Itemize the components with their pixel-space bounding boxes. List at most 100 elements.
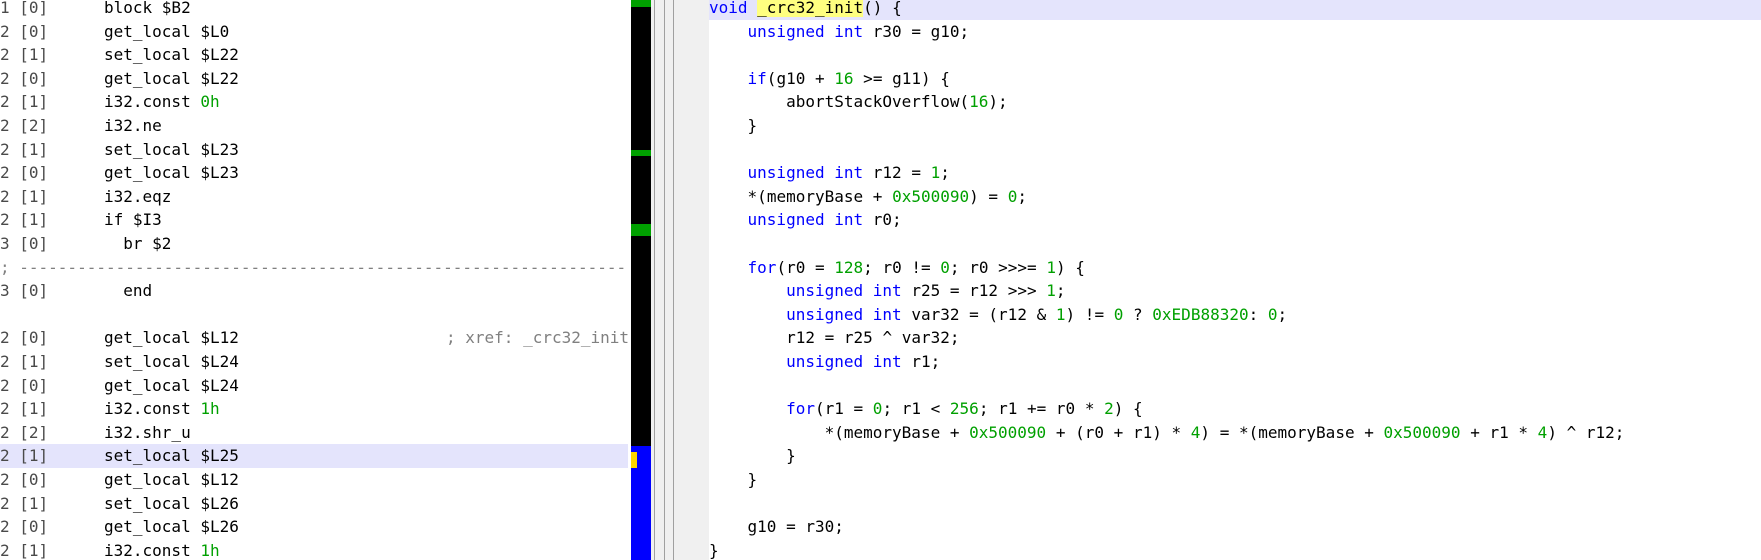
numeric-literal: 2	[1104, 399, 1114, 419]
disassembly-line[interactable]: 1 [0] block $B2	[0, 0, 628, 20]
disassembly-line[interactable]: 2 [1] i32.const 0h	[0, 90, 628, 114]
instruction-mnemonic: get_local $L22	[104, 68, 239, 88]
instruction-text: get_local $L26	[104, 515, 239, 539]
code-token: =	[1094, 304, 1105, 324]
code-line[interactable]: *(memoryBase + 0x500090 + (r0 + r1) * 4)…	[709, 421, 1761, 445]
code-line[interactable]	[709, 492, 1761, 516]
splitter-line	[654, 0, 655, 560]
instruction-text: get_local $L24	[104, 374, 239, 398]
disassembly-line[interactable]: 2 [0] get_local $L23	[0, 161, 628, 185]
disassembly-line[interactable]: 2 [1] set_local $L22	[0, 43, 628, 67]
code-line[interactable]: *(memoryBase + 0x500090) = 0;	[709, 185, 1761, 209]
numeric-literal: 0	[1113, 304, 1124, 324]
code-token: r0	[1055, 399, 1076, 419]
code-line[interactable]: r12 = r25 ^ var32;	[709, 326, 1761, 350]
code-line[interactable]: abortStackOverflow(16);	[709, 90, 1761, 114]
code-line[interactable]: }	[709, 468, 1761, 492]
disassembly-line[interactable]: 2 [1] i32.const 1h	[0, 397, 628, 421]
disassembly-line[interactable]: 2 [1] set_local $L25	[0, 444, 628, 468]
disassembly-line[interactable]: 2 [1] set_local $L24	[0, 350, 628, 374]
disassembly-line[interactable]: 2 [1] set_local $L26	[0, 492, 628, 516]
code-token: r0	[1084, 422, 1105, 442]
code-token: =	[1219, 422, 1230, 442]
disassembly-line[interactable]: 2 [2] i32.ne	[0, 114, 628, 138]
section-separator[interactable]: ; --------------------------------------…	[0, 256, 628, 280]
code-line[interactable]: g10 = r30;	[709, 515, 1761, 539]
code-token: ;	[930, 352, 941, 371]
numeric-literal: 0xEDB88320	[1152, 304, 1249, 324]
code-line[interactable]: void _crc32_init() {	[709, 0, 1761, 20]
instruction-mnemonic: get_local $L12	[104, 328, 239, 348]
code-token: r1	[1132, 422, 1153, 442]
disassembly-line[interactable]: 2 [1] if $I3	[0, 208, 628, 232]
code-line[interactable]: }	[709, 444, 1761, 468]
code-line[interactable]: }	[709, 114, 1761, 138]
code-token: =	[786, 517, 796, 537]
instruction-mnemonic: block $B2	[104, 0, 191, 17]
code-line[interactable]: unsigned int r0;	[709, 208, 1761, 232]
code-line[interactable]: unsigned int r1;	[709, 350, 1761, 374]
instruction-mnemonic: set_local $L25	[104, 446, 239, 466]
code-line[interactable]: if(g10 + 16 >= g11) {	[709, 67, 1761, 91]
separator-text: ; --------------------------------------…	[0, 257, 628, 277]
disassembly-pane[interactable]: 1 [0] block $B2 2 [0] get_local $L0 2 [1] set…	[0, 0, 628, 560]
code-line[interactable]: unsigned int var32 = (r12 & 1) != 0 ? 0x…	[709, 303, 1761, 327]
function-name: _crc32_init	[757, 0, 864, 17]
instruction-mnemonic: set_local $L26	[104, 493, 239, 513]
overview-code-marker	[631, 0, 651, 7]
decompiler-pane[interactable]: void _crc32_init() { unsigned int r30 = …	[709, 0, 1761, 560]
instruction-text: get_local $L12	[104, 326, 239, 350]
disassembly-line[interactable]: 2 [0] get_local $L22	[0, 67, 628, 91]
disassembly-line[interactable]: 2 [1] set_local $L23	[0, 138, 628, 162]
code-token: r25	[843, 328, 873, 348]
disassembly-line[interactable]: 2 [0] get_local $L12	[0, 468, 628, 492]
code-line[interactable]: for(r0 = 128; r0 != 0; r0 >>>= 1) {	[709, 256, 1761, 280]
disassembly-line[interactable]: 2 [0] get_local $L0	[0, 20, 628, 44]
code-line[interactable]	[709, 43, 1761, 67]
code-line[interactable]: unsigned int r30 = g10;	[709, 20, 1761, 44]
disassembly-line[interactable]: 3 [0] end	[0, 279, 628, 303]
disassembly-line[interactable]: 2 [0] get_local $L24	[0, 374, 628, 398]
stack-depth-label: 3 [0]	[0, 281, 49, 301]
code-line[interactable]: }	[709, 539, 1761, 560]
code-token: g10	[776, 68, 806, 88]
stack-depth-label: 2 [0]	[0, 328, 49, 348]
code-line[interactable]: unsigned int r12 = 1;	[709, 161, 1761, 185]
code-line[interactable]: for(r1 = 0; r1 < 256; r1 += r0 * 2) {	[709, 397, 1761, 421]
xref-comment[interactable]: ; xref: _crc32_init	[446, 326, 628, 350]
disassembly-line[interactable]: 2 [2] i32.shr_u	[0, 421, 628, 445]
code-token: <	[930, 399, 941, 419]
code-line[interactable]	[709, 232, 1761, 256]
disassembly-line[interactable]: 2 [0] get_local $L12 ; xref: _crc32_init	[0, 326, 628, 350]
disassembly-line[interactable]: 2 [1] i32.eqz	[0, 185, 628, 209]
blank-line[interactable]	[0, 303, 628, 327]
code-line[interactable]	[709, 138, 1761, 162]
keyword: unsigned	[786, 281, 864, 301]
code-line[interactable]	[709, 374, 1761, 398]
pane-splitter[interactable]	[651, 0, 709, 560]
instruction-mnemonic: i32.const	[104, 92, 201, 112]
disassembly-line[interactable]: 2 [1] i32.const 1h	[0, 539, 628, 560]
code-line[interactable]: unsigned int r25 = r12 >>> 1;	[709, 279, 1761, 303]
code-token: )	[1055, 257, 1066, 277]
instruction-mnemonic: set_local $L22	[104, 45, 239, 65]
code-token: !	[1084, 304, 1095, 324]
navigation-overview-bar[interactable]	[631, 0, 651, 560]
disassembly-line[interactable]: 3 [0] br $2	[0, 232, 628, 256]
disassembly-line[interactable]: 2 [0] get_local $L26	[0, 515, 628, 539]
keyword: unsigned	[747, 21, 825, 41]
